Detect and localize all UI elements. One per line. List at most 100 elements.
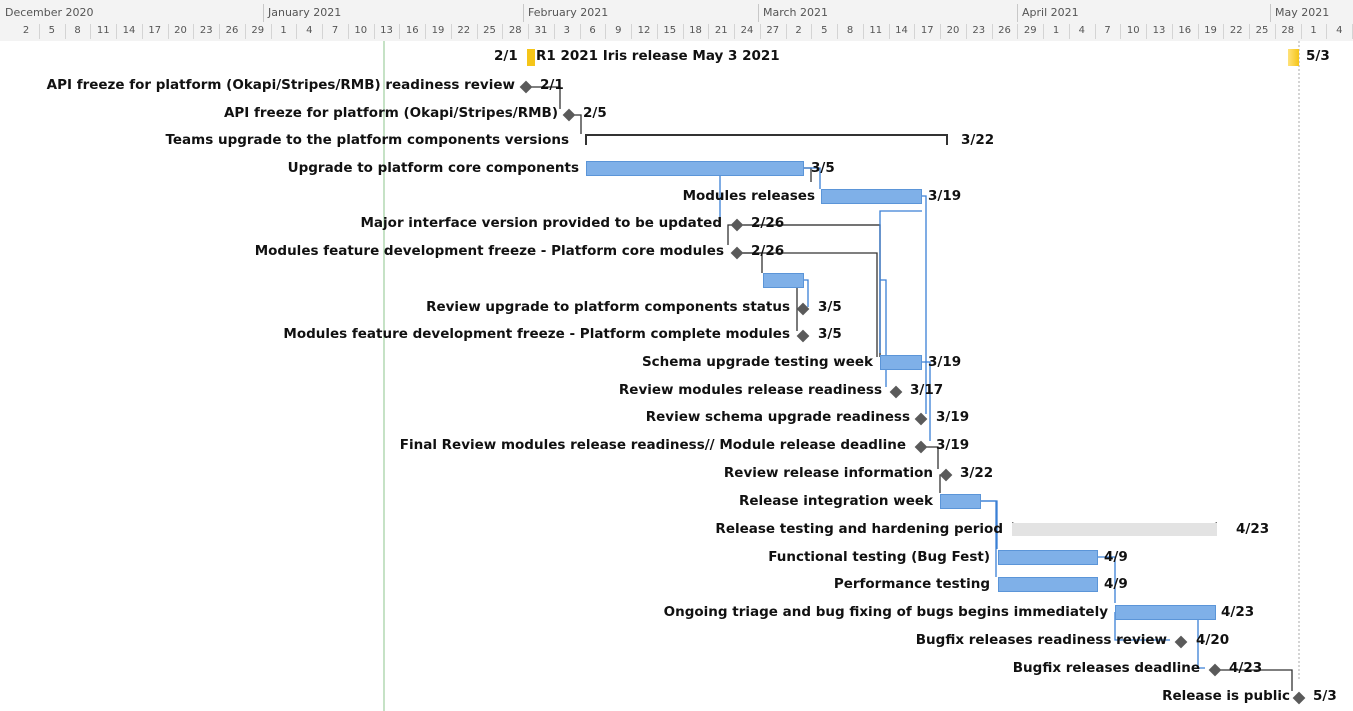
day-label: 5 (48, 25, 55, 36)
task-label[interactable]: Review modules release readiness (619, 382, 882, 398)
day-separator (1249, 24, 1251, 39)
day-separator (759, 24, 761, 39)
day-label: 1 (280, 25, 287, 36)
task-label[interactable]: Upgrade to platform core components (288, 160, 579, 176)
day-label: 12 (637, 25, 651, 36)
task-date: 3/22 (961, 132, 995, 148)
month-label: March 2021 (763, 6, 829, 19)
day-label: 11 (96, 25, 110, 36)
day-label: 20 (946, 25, 960, 36)
day-separator (708, 24, 710, 39)
task-bar[interactable] (998, 550, 1098, 565)
day-separator (1171, 24, 1173, 39)
day-separator (940, 24, 942, 39)
task-date: 4/23 (1221, 604, 1255, 620)
task-label[interactable]: Review release information (724, 465, 933, 481)
task-date: 3/19 (936, 437, 970, 453)
month-label: April 2021 (1022, 6, 1079, 19)
task-bar[interactable] (940, 494, 981, 509)
day-label: 28 (1281, 25, 1295, 36)
task-date: 2/26 (751, 215, 785, 231)
task-label[interactable]: API freeze for platform (Okapi/Stripes/R… (47, 77, 515, 93)
task-label[interactable]: Release testing and hardening period (715, 521, 1003, 537)
day-separator (888, 24, 890, 39)
task-label[interactable]: Teams upgrade to the platform components… (165, 132, 569, 148)
day-separator (64, 24, 66, 39)
summary-bar[interactable] (585, 134, 948, 145)
day-label: 27 (766, 25, 780, 36)
day-label: 22 (457, 25, 471, 36)
task-label[interactable]: Bugfix releases deadline (1013, 660, 1200, 676)
task-label[interactable]: Bugfix releases readiness review (916, 632, 1167, 648)
task-label[interactable]: Performance testing (834, 576, 990, 592)
day-separator (656, 24, 658, 39)
day-separator (476, 24, 478, 39)
day-separator (1274, 24, 1276, 39)
day-label: 11 (869, 25, 883, 36)
task-label[interactable]: API freeze for platform (Okapi/Stripes/R… (224, 105, 558, 121)
task-bar[interactable] (821, 189, 922, 204)
task-date: 3/22 (960, 465, 994, 481)
task-label[interactable]: Release integration week (739, 493, 933, 509)
day-label: 18 (689, 25, 702, 36)
day-separator (399, 24, 401, 39)
day-label: 21 (714, 25, 728, 36)
day-separator (373, 24, 375, 39)
day-separator (1326, 24, 1328, 39)
release-start-date: 2/1 (494, 48, 518, 64)
task-bar[interactable] (880, 355, 922, 370)
release-start-marker (527, 49, 535, 66)
task-label[interactable]: Final Review modules release readiness//… (400, 437, 906, 453)
task-label[interactable]: Ongoing triage and bug fixing of bugs be… (664, 604, 1108, 620)
task-date: 3/5 (811, 160, 835, 176)
month-label: May 2021 (1275, 6, 1330, 19)
day-separator (837, 24, 839, 39)
day-separator (502, 24, 504, 39)
day-separator (1300, 24, 1302, 39)
task-date: 3/19 (936, 409, 970, 425)
task-date: 4/23 (1236, 521, 1270, 537)
release-end-date: 5/3 (1306, 48, 1330, 64)
task-bar[interactable] (763, 273, 804, 288)
task-bar[interactable] (998, 577, 1098, 592)
task-date: 3/5 (818, 299, 842, 315)
task-bar[interactable] (586, 161, 804, 176)
gantt-chart: 2/1 R1 2021 Iris release May 3 2021 5/3 … (0, 41, 1353, 711)
day-label: 14 (122, 25, 136, 36)
day-separator (579, 24, 581, 39)
task-label[interactable]: Functional testing (Bug Fest) (768, 549, 990, 565)
task-label[interactable]: Schema upgrade testing week (642, 354, 873, 370)
day-label: 1 (1052, 25, 1060, 36)
day-separator (785, 24, 787, 39)
day-separator (965, 24, 967, 39)
day-label: 26 (225, 25, 239, 36)
task-label[interactable]: Modules feature development freeze - Pla… (283, 326, 790, 342)
task-date: 4/9 (1104, 549, 1128, 565)
day-label: 15 (663, 25, 677, 36)
task-date: 4/23 (1229, 660, 1263, 676)
summary-bar[interactable] (1012, 523, 1217, 536)
day-label: 3 (563, 25, 570, 36)
task-date: 3/19 (928, 354, 962, 370)
day-label: 4 (1078, 25, 1085, 36)
day-separator (193, 24, 195, 39)
day-separator (734, 24, 736, 39)
task-date: 4/9 (1104, 576, 1128, 592)
month-separator (1270, 4, 1271, 22)
day-separator (219, 24, 221, 39)
task-label[interactable]: Modules feature development freeze - Pla… (255, 243, 724, 259)
day-label: 17 (920, 25, 934, 36)
task-label[interactable]: Review schema upgrade readiness (646, 409, 910, 425)
day-label: 8 (846, 25, 854, 36)
day-label: 20 (174, 25, 187, 36)
task-label[interactable]: Review upgrade to platform components st… (426, 299, 790, 315)
task-label[interactable]: Major interface version provided to be u… (361, 215, 723, 231)
day-separator (167, 24, 169, 39)
task-label[interactable]: Modules releases (683, 188, 815, 204)
month-label: December 2020 (5, 6, 94, 19)
month-separator (1017, 4, 1018, 22)
day-label: 19 (1204, 25, 1217, 36)
day-label: 9 (615, 25, 622, 36)
task-bar[interactable] (1115, 605, 1216, 620)
task-label[interactable]: Release is public (1162, 688, 1290, 704)
